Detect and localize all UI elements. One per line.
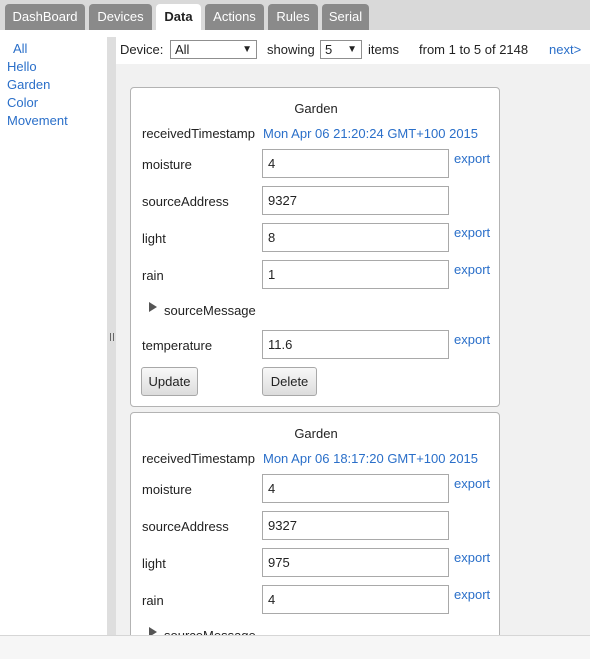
expand-triangle-icon[interactable] xyxy=(149,302,157,312)
received-timestamp-value: Mon Apr 06 21:20:24 GMT+100 2015 xyxy=(263,126,479,141)
light-export-link[interactable]: export xyxy=(454,550,490,565)
record-device-title: Garden xyxy=(294,101,338,116)
tab-actions[interactable]: Actions xyxy=(205,4,264,30)
update-button[interactable]: Update xyxy=(141,367,198,396)
source-address-label: sourceAddress xyxy=(142,194,229,209)
rain-export-link[interactable]: export xyxy=(454,587,490,602)
moisture-field[interactable]: 4 xyxy=(262,474,449,503)
rain-label: rain xyxy=(142,268,164,283)
moisture-label: moisture xyxy=(142,482,192,497)
light-label: light xyxy=(142,231,166,246)
horizontal-scrollbar[interactable] xyxy=(0,635,590,659)
source-address-field[interactable]: 9327 xyxy=(262,511,449,540)
light-label: light xyxy=(142,556,166,571)
page-size-select[interactable]: 5 ▼ xyxy=(320,40,362,59)
temperature-field[interactable]: 11.6 xyxy=(262,330,449,359)
showing-label: showing xyxy=(267,42,315,57)
source-address-field[interactable]: 9327 xyxy=(262,186,449,215)
record-device-title: Garden xyxy=(294,426,338,441)
rain-field[interactable]: 1 xyxy=(262,260,449,289)
source-address-label: sourceAddress xyxy=(142,519,229,534)
sidebar-item-garden[interactable]: Garden xyxy=(7,77,50,92)
dropdown-arrow-icon: ▼ xyxy=(347,44,357,55)
sidebar-item-all[interactable]: All xyxy=(13,41,27,56)
tab-rules[interactable]: Rules xyxy=(268,4,318,30)
moisture-field[interactable]: 4 xyxy=(262,149,449,178)
sidebar-item-movement[interactable]: Movement xyxy=(7,113,68,128)
tab-serial[interactable]: Serial xyxy=(322,4,369,30)
moisture-export-link[interactable]: export xyxy=(454,476,490,491)
items-label: items xyxy=(368,42,400,57)
received-timestamp-label: receivedTimestamp xyxy=(142,126,255,141)
data-toolbar: Device: All ▼ showing 5 ▼ items from 1 t… xyxy=(116,37,590,64)
moisture-label: moisture xyxy=(142,157,192,172)
sidebar-item-hello[interactable]: Hello xyxy=(7,59,37,74)
next-page-link[interactable]: next> xyxy=(549,42,581,57)
light-field[interactable]: 975 xyxy=(262,548,449,577)
data-record-card: Garden receivedTimestamp Mon Apr 06 18:1… xyxy=(130,412,500,635)
splitter-grip-icon[interactable] xyxy=(110,333,114,341)
range-text: from 1 to 5 of 2148 xyxy=(419,42,529,57)
received-timestamp-value: Mon Apr 06 18:17:20 GMT+100 2015 xyxy=(263,451,479,466)
rain-export-link[interactable]: export xyxy=(454,262,490,277)
top-tab-bar: DashBoard Devices Data Actions Rules Ser… xyxy=(0,0,590,30)
tab-devices[interactable]: Devices xyxy=(89,4,152,30)
delete-button[interactable]: Delete xyxy=(262,367,317,396)
temperature-export-link[interactable]: export xyxy=(454,332,490,347)
expand-triangle-icon[interactable] xyxy=(149,627,157,635)
source-message-toggle[interactable]: sourceMessage xyxy=(164,303,256,318)
temperature-label: temperature xyxy=(142,338,213,353)
data-panel: Device: All ▼ showing 5 ▼ items from 1 t… xyxy=(116,37,590,635)
light-export-link[interactable]: export xyxy=(454,225,490,240)
rain-field[interactable]: 4 xyxy=(262,585,449,614)
source-message-toggle[interactable]: sourceMessage xyxy=(164,628,256,635)
page-size-value: 5 xyxy=(325,42,333,57)
data-record-card: Garden receivedTimestamp Mon Apr 06 21:2… xyxy=(130,87,500,407)
device-label: Device: xyxy=(120,42,164,57)
tab-data[interactable]: Data xyxy=(156,4,201,30)
sidebar-item-color[interactable]: Color xyxy=(7,95,38,110)
tab-dashboard[interactable]: DashBoard xyxy=(5,4,85,30)
light-field[interactable]: 8 xyxy=(262,223,449,252)
rain-label: rain xyxy=(142,593,164,608)
dropdown-arrow-icon: ▼ xyxy=(242,44,252,55)
device-select[interactable]: All ▼ xyxy=(170,40,257,59)
device-select-value: All xyxy=(175,42,190,57)
received-timestamp-label: receivedTimestamp xyxy=(142,451,255,466)
moisture-export-link[interactable]: export xyxy=(454,151,490,166)
